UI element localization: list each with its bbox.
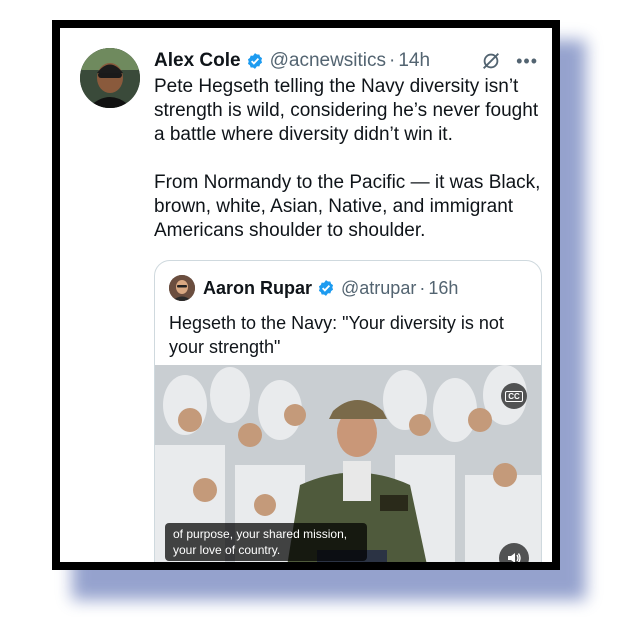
grok-icon[interactable] (480, 50, 502, 72)
quoted-author-handle[interactable]: @atrupar (341, 278, 416, 299)
more-icon[interactable]: ••• (516, 51, 538, 72)
captions-button[interactable]: CC (501, 383, 527, 409)
verified-badge-icon (318, 280, 334, 296)
video-player[interactable]: CC of purpose, your shared mission, your… (155, 365, 541, 562)
tweet-card[interactable]: Alex Cole @acnewsitics · 14h ••• Pete He… (60, 28, 552, 562)
speaker-icon (508, 553, 521, 562)
quoted-author-name[interactable]: Aaron Rupar (203, 278, 312, 299)
author-handle[interactable]: @acnewsitics (270, 50, 386, 72)
tweet-time[interactable]: 14h (398, 50, 430, 72)
quoted-avatar-photo (169, 275, 195, 301)
author-avatar[interactable] (80, 48, 140, 108)
video-caption: of purpose, your shared mission, your lo… (165, 523, 367, 561)
screenshot-frame: Alex Cole @acnewsitics · 14h ••• Pete He… (52, 20, 560, 570)
tweet-paragraph: Pete Hegseth telling the Navy diversity … (154, 76, 539, 145)
quoted-tweet[interactable]: Aaron Rupar @atrupar · 16h Hegseth to th… (154, 260, 542, 562)
verified-badge-icon (247, 53, 262, 69)
quoted-tweet-header: Aaron Rupar @atrupar · 16h (169, 275, 458, 301)
separator-dot: · (419, 277, 426, 298)
avatar-photo (80, 48, 140, 108)
tweet-paragraph: From Normandy to the Pacific — it was Bl… (154, 172, 541, 241)
captions-icon: CC (505, 390, 523, 402)
quoted-tweet-text: Hegseth to the Navy: "Your diversity is … (169, 313, 504, 357)
tweet-header: Alex Cole @acnewsitics · 14h ••• (154, 46, 538, 76)
quoted-tweet-time[interactable]: 16h (428, 278, 458, 299)
tweet-text: Pete Hegseth telling the Navy diversity … (154, 75, 544, 243)
separator-dot: · (389, 50, 396, 71)
quoted-author-avatar (169, 275, 195, 301)
author-name[interactable]: Alex Cole (154, 50, 241, 72)
